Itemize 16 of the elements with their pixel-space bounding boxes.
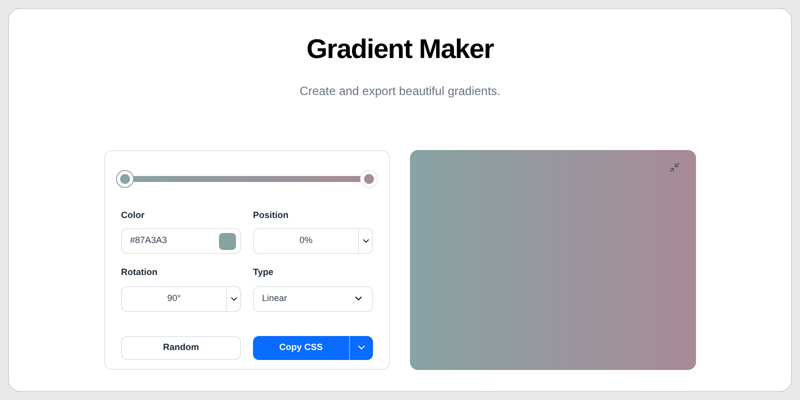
field-label: Position bbox=[253, 208, 290, 222]
rotation-select[interactable]: 90° bbox=[121, 286, 241, 312]
field-label: Type bbox=[253, 266, 274, 279]
color-value: #87A3A3 bbox=[130, 234, 168, 248]
type-select[interactable]: Linear bbox=[253, 286, 373, 312]
color-input[interactable]: #87A3A3 bbox=[121, 228, 241, 254]
gradient-stop-handle[interactable] bbox=[117, 170, 133, 186]
page-subtitle: Create and export beautiful gradients. bbox=[300, 82, 500, 100]
position-select[interactable]: 0% bbox=[253, 228, 373, 254]
field-label: Rotation bbox=[121, 266, 158, 279]
collapse-icon[interactable] bbox=[669, 162, 680, 172]
page-title: Gradient Maker bbox=[306, 33, 494, 66]
random-button[interactable]: Random bbox=[121, 336, 241, 360]
field-label: Color bbox=[121, 208, 146, 222]
color-swatch[interactable] bbox=[219, 232, 236, 250]
gradient-stop-handle[interactable] bbox=[361, 170, 377, 186]
